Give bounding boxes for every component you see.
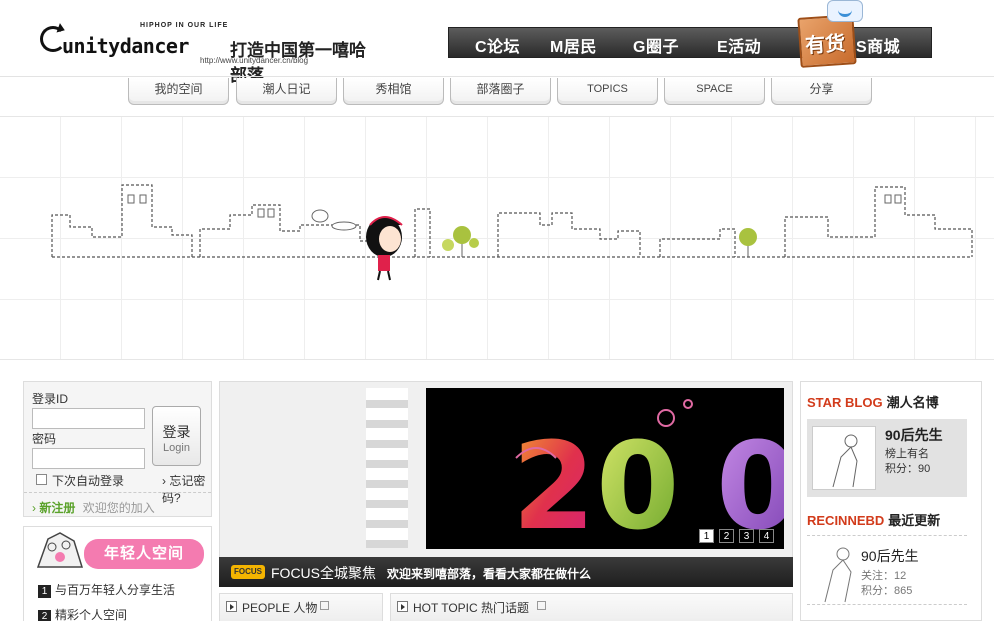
arrow-right-icon xyxy=(226,601,237,612)
logo-url: http://www.unitydancer.cn/blog xyxy=(200,56,309,65)
youth-space-title: 年轻人空间 xyxy=(84,539,204,569)
login-panel: 登录ID 密码 登录 Login 下次自动登录 › 忘记密码? › 新注册 欢迎… xyxy=(23,381,212,517)
login-button-label: 登录 xyxy=(162,424,191,440)
divider xyxy=(0,76,994,77)
people-panel-header[interactable]: PEOPLE 人物 xyxy=(219,593,383,621)
divider xyxy=(807,535,967,536)
nav-circles[interactable]: G圈子 xyxy=(633,33,679,57)
list-number: 2 xyxy=(38,610,51,621)
focus-title[interactable]: FOCUS全城聚焦 xyxy=(271,563,376,583)
slide-pager: 1234 xyxy=(694,528,774,543)
auto-login-label[interactable]: 下次自动登录 xyxy=(52,472,124,489)
forgot-password-link[interactable]: › 忘记密码? xyxy=(162,472,211,506)
shop-box-icon[interactable]: 有货 xyxy=(797,0,863,68)
list-item-text: 精彩个人空间 xyxy=(55,608,128,621)
hot-topic-title: HOT TOPIC 热门话题 xyxy=(413,601,530,615)
focus-caption-bar: FOCUS FOCUS全城聚焦 欢迎来到嘻部落，看看大家都在做什么 xyxy=(219,557,793,587)
character-figure xyxy=(366,216,403,281)
tab-tribe[interactable]: 部落圈子 xyxy=(450,78,551,105)
star-blog-heading: STAR BLOG 潮人名博 xyxy=(807,392,939,411)
star-blog-cn: 潮人名博 xyxy=(886,395,939,410)
external-link-icon xyxy=(537,601,546,610)
star-blog-en: STAR BLOG xyxy=(807,395,883,410)
password-input[interactable] xyxy=(32,448,145,469)
list-number: 1 xyxy=(38,585,51,598)
people-title: PEOPLE 人物 xyxy=(242,601,318,615)
recent-cn: 最近更新 xyxy=(888,513,941,528)
focus-tag: FOCUS xyxy=(231,565,265,579)
side-artwork xyxy=(366,388,408,548)
doodle-crowd-icon xyxy=(36,532,84,568)
city-skyline-illustration xyxy=(51,184,973,281)
recent-user-follow: 关注：12 xyxy=(861,570,907,582)
slide-page-3[interactable]: 3 xyxy=(739,529,754,543)
login-id-input[interactable] xyxy=(32,408,145,429)
login-button-label-en: Login xyxy=(163,442,190,454)
arrow-right-icon xyxy=(397,601,408,612)
logo-brand: unitydancer xyxy=(62,34,189,58)
nav-events[interactable]: E活动 xyxy=(717,33,761,57)
youth-space-panel: 年轻人空间 1 与百万年轻人分享生活 2 精彩个人空间 xyxy=(23,526,212,621)
tab-topics[interactable]: TOPICS xyxy=(557,78,658,105)
recent-en: RECINNEBD xyxy=(807,513,885,528)
welcome-text: 欢迎您的加入 xyxy=(82,501,155,515)
tab-space[interactable]: SPACE xyxy=(664,78,765,105)
password-label: 密码 xyxy=(32,432,57,446)
tab-diary[interactable]: 潮人日记 xyxy=(236,78,337,105)
slide-page-2[interactable]: 2 xyxy=(719,529,734,543)
auto-login-checkbox[interactable] xyxy=(36,474,47,485)
city-banner xyxy=(0,116,994,360)
hot-topic-panel-header[interactable]: HOT TOPIC 热门话题 xyxy=(390,593,793,621)
login-button[interactable]: 登录 Login xyxy=(152,406,201,466)
slide-page-1[interactable]: 1 xyxy=(699,529,714,543)
slide-digit: 2 xyxy=(512,418,596,549)
recent-heading: RECINNEBD 最近更新 xyxy=(807,510,940,529)
divider xyxy=(807,604,967,605)
tab-my-space[interactable]: 我的空间 xyxy=(128,78,229,105)
forgot-password-text: 忘记密码? xyxy=(162,474,206,505)
site-logo[interactable]: HIPHOP IN OUR LIFE unitydancer 打造中国第一嘻哈部… xyxy=(40,22,370,86)
external-link-icon xyxy=(320,601,329,610)
focus-subtitle[interactable]: 欢迎来到嘻部落，看看大家都在做什么 xyxy=(387,565,591,582)
star-user-line1: 榜上有名 xyxy=(885,448,929,460)
logo-slogan: HIPHOP IN OUR LIFE xyxy=(140,22,229,29)
tab-photo[interactable]: 秀相馆 xyxy=(343,78,444,105)
star-user-card[interactable]: 90后先生 榜上有名 积分：90 xyxy=(807,419,967,497)
recent-user-points: 积分：865 xyxy=(861,585,913,597)
slide-digit: 0 xyxy=(596,418,680,549)
avatar[interactable] xyxy=(812,426,876,490)
slide-graphic: 2 0 0 xyxy=(512,399,784,549)
list-item[interactable]: 2 精彩个人空间 xyxy=(38,606,127,621)
star-user-points: 积分：90 xyxy=(885,463,931,475)
slide-image[interactable]: 2 0 0 1234 xyxy=(426,388,784,549)
register-row: › 新注册 欢迎您的加入 xyxy=(32,499,155,516)
star-blog-panel: STAR BLOG 潮人名博 90后先生 榜上有名 积分：90 RECINNEBD… xyxy=(800,381,982,621)
register-link[interactable]: 新注册 xyxy=(39,501,75,515)
sketch-figure-icon xyxy=(824,547,852,603)
tab-share[interactable]: 分享 xyxy=(771,78,872,105)
nav-residents[interactable]: M居民 xyxy=(550,33,597,57)
nav-forum[interactable]: C论坛 xyxy=(475,33,520,57)
divider xyxy=(24,492,211,493)
login-id-label: 登录ID xyxy=(32,392,69,406)
recent-user-name[interactable]: 90后先生 xyxy=(861,546,919,566)
list-item-text: 与百万年轻人分享生活 xyxy=(55,583,176,597)
bird-icon xyxy=(827,0,863,22)
star-user-name[interactable]: 90后先生 xyxy=(885,425,943,445)
shop-badge: 有货 xyxy=(804,32,847,58)
slide-page-4[interactable]: 4 xyxy=(759,529,774,543)
register-arrow-icon: › xyxy=(32,501,36,515)
list-item[interactable]: 1 与百万年轻人分享生活 xyxy=(38,581,175,598)
sketch-figure-icon xyxy=(832,434,858,488)
